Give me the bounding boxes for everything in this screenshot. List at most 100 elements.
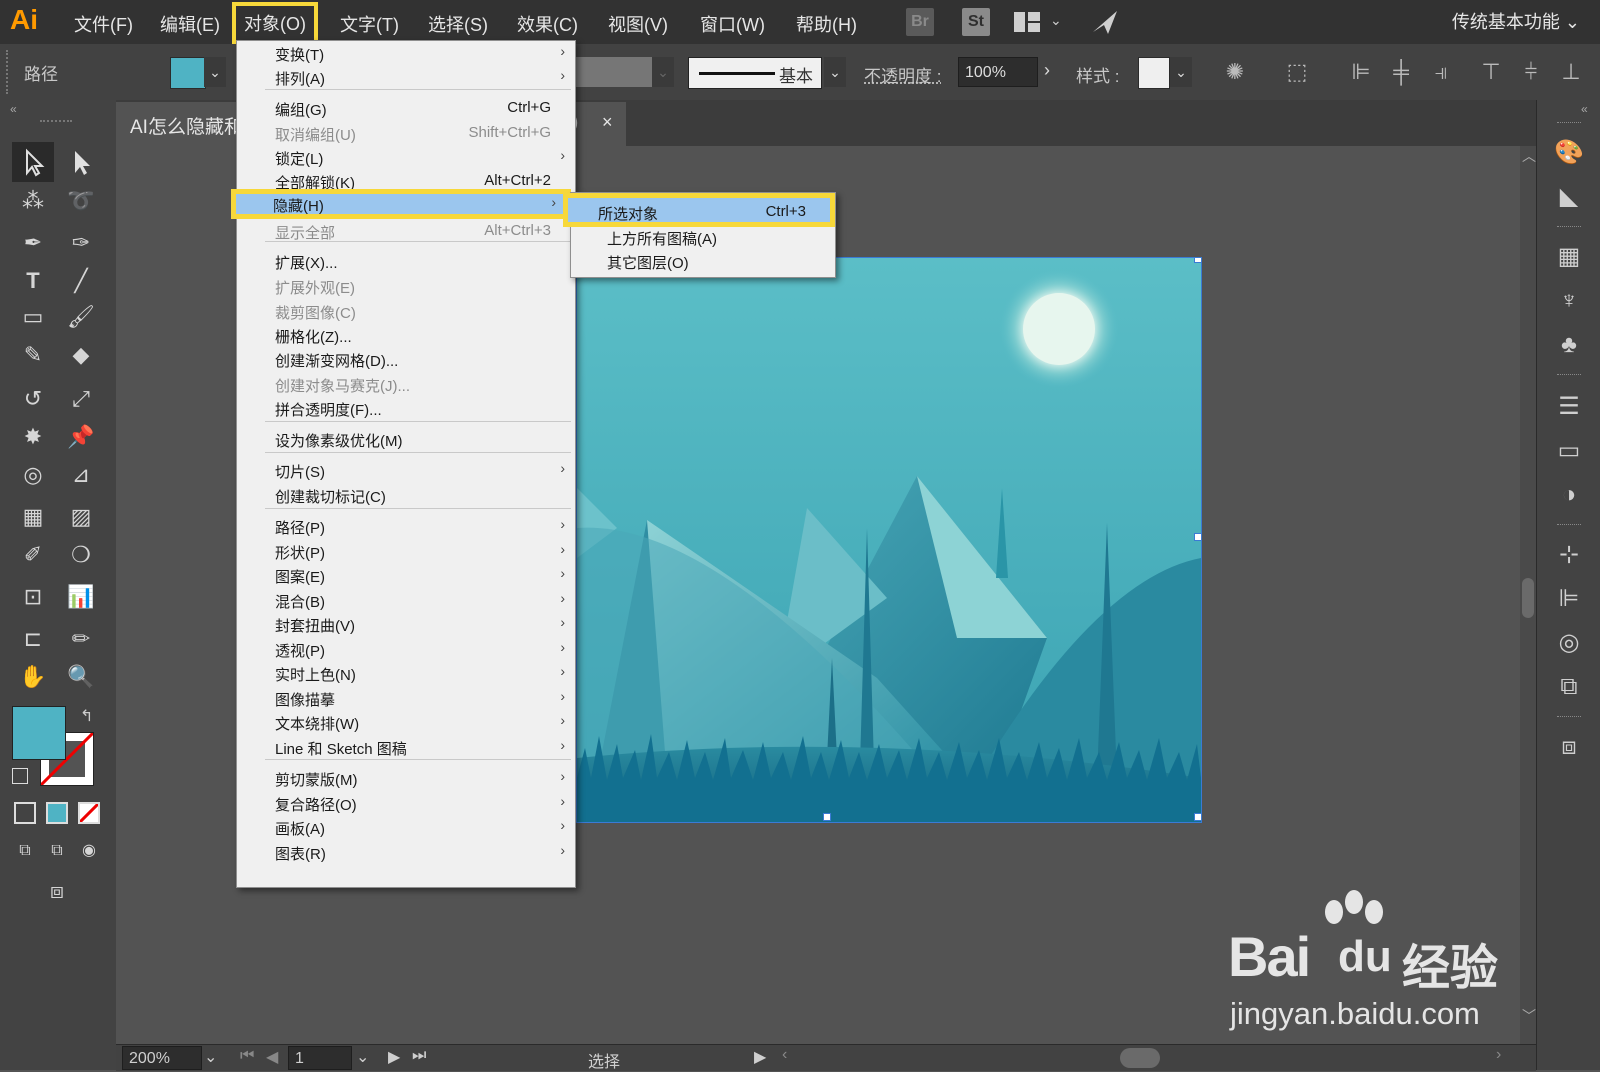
- graphic-style-swatch[interactable]: [1138, 57, 1170, 89]
- menu-item[interactable]: 锁定(L) ›: [237, 145, 575, 170]
- align-right-icon[interactable]: ⫣: [1428, 59, 1454, 85]
- panel-grip[interactable]: [1557, 374, 1581, 378]
- menu-help[interactable]: 帮助(H): [792, 9, 861, 39]
- menu-item[interactable]: 混合(B) ›: [237, 588, 575, 613]
- recolor-artwork-icon[interactable]: ✺: [1222, 59, 1248, 85]
- chevron-down-icon[interactable]: ⌄: [1050, 12, 1062, 29]
- menu-object[interactable]: 对象(O): [232, 2, 318, 44]
- align-bottom-icon[interactable]: ⊥: [1558, 59, 1584, 85]
- panel-grip[interactable]: [6, 50, 14, 94]
- color-mode-icon[interactable]: [14, 802, 36, 824]
- panel-grip[interactable]: [40, 120, 72, 122]
- prev-artboard-icon[interactable]: ◀: [266, 1047, 278, 1067]
- scroll-up-icon[interactable]: ︿: [1522, 146, 1536, 166]
- puppet-warp-tool-icon[interactable]: 📌: [64, 420, 98, 454]
- draw-normal-icon[interactable]: ⧉: [8, 834, 42, 868]
- menu-item[interactable]: 扩展(X)...: [237, 249, 575, 274]
- transform-icon[interactable]: ⬚: [1284, 59, 1310, 85]
- menu-item[interactable]: 复合路径(O) ›: [237, 791, 575, 816]
- align-left-icon[interactable]: ⊫: [1348, 59, 1374, 85]
- lasso-tool-icon[interactable]: ➰: [64, 184, 98, 218]
- stroke-profile-dropdown[interactable]: ⌄: [824, 57, 846, 87]
- type-tool-icon[interactable]: T: [16, 264, 50, 298]
- fill-dropdown[interactable]: ⌄: [204, 57, 226, 87]
- menu-window[interactable]: 窗口(W): [696, 9, 769, 39]
- menu-edit[interactable]: 编辑(E): [156, 9, 224, 39]
- graphic-style-dropdown[interactable]: ⌄: [1170, 57, 1192, 87]
- magic-wand-tool-icon[interactable]: ⁂: [16, 184, 50, 218]
- artboard-dropdown-icon[interactable]: ⌄: [356, 1047, 369, 1067]
- fill-color-swatch[interactable]: [12, 706, 66, 760]
- slice-tool-icon[interactable]: ✏: [64, 622, 98, 656]
- zoom-tool-icon[interactable]: 🔍: [64, 660, 98, 694]
- menu-item[interactable]: 路径(P) ›: [237, 514, 575, 539]
- symbols-icon[interactable]: ♣: [1551, 328, 1587, 362]
- transparency-icon[interactable]: ◑: [1551, 478, 1587, 512]
- align-top-icon[interactable]: ⊤: [1478, 59, 1504, 85]
- selection-handle[interactable]: [1194, 533, 1201, 541]
- zoom-dropdown-icon[interactable]: ⌄: [204, 1047, 217, 1067]
- opacity-label[interactable]: 不透明度 :: [864, 62, 941, 87]
- mesh-tool-icon[interactable]: ▦: [16, 500, 50, 534]
- close-tab-icon[interactable]: ×: [602, 112, 613, 133]
- curvature-tool-icon[interactable]: ✑: [64, 226, 98, 260]
- menu-item[interactable]: 排列(A) ›: [237, 65, 575, 90]
- landscape-illustration[interactable]: [577, 258, 1201, 822]
- stock-button[interactable]: St: [962, 8, 990, 36]
- eyedropper-tool-icon[interactable]: ✐: [16, 538, 50, 572]
- panel-grip[interactable]: [1557, 716, 1581, 720]
- menu-item[interactable]: 创建裁切标记(C): [237, 483, 575, 508]
- swatches-icon[interactable]: ▦: [1551, 240, 1587, 274]
- layers-icon[interactable]: ⧈: [1551, 730, 1587, 764]
- gpu-performance-icon[interactable]: [1090, 8, 1120, 36]
- last-artboard-icon[interactable]: ⏭: [412, 1047, 426, 1065]
- color-palette-icon[interactable]: 🎨: [1551, 136, 1587, 170]
- symbol-sprayer-tool-icon[interactable]: ⊡: [16, 580, 50, 614]
- menu-item[interactable]: 实时上色(N) ›: [237, 661, 575, 686]
- column-graph-tool-icon[interactable]: 📊: [64, 580, 98, 614]
- next-artboard-icon[interactable]: ▶: [388, 1047, 400, 1067]
- stroke-weight-field[interactable]: [574, 57, 652, 87]
- artboard-tool-icon[interactable]: ⊏: [16, 622, 50, 656]
- selection-handle[interactable]: [1194, 813, 1201, 821]
- scale-tool-icon[interactable]: ⤢: [64, 382, 98, 416]
- menu-item[interactable]: 图案(E) ›: [237, 563, 575, 588]
- menu-item[interactable]: 封套扭曲(V) ›: [237, 612, 575, 637]
- menu-item[interactable]: 形状(P) ›: [237, 539, 575, 564]
- menu-effect[interactable]: 效果(C): [513, 9, 582, 39]
- opacity-field[interactable]: 100%: [958, 57, 1038, 87]
- panel-grip[interactable]: [1557, 226, 1581, 230]
- workspace-switcher[interactable]: 传统基本功能 ⌄: [1452, 8, 1580, 34]
- eraser-tool-icon[interactable]: ◆: [64, 338, 98, 372]
- line-tool-icon[interactable]: ╱: [64, 264, 98, 298]
- screen-mode-icon[interactable]: ⧈: [40, 874, 74, 908]
- align-hcenter-icon[interactable]: ╪: [1388, 59, 1414, 85]
- horizontal-scroll-thumb[interactable]: [1120, 1048, 1160, 1068]
- shape-builder-tool-icon[interactable]: ◎: [16, 458, 50, 492]
- selection-handle[interactable]: [823, 813, 831, 821]
- gradient-panel-icon[interactable]: ▭: [1551, 434, 1587, 468]
- scroll-right-icon[interactable]: ›: [1496, 1046, 1501, 1064]
- menu-item[interactable]: 文本绕排(W) ›: [237, 710, 575, 735]
- color-guide-icon[interactable]: ◣: [1551, 180, 1587, 214]
- align-vcenter-icon[interactable]: ⫩: [1518, 59, 1544, 85]
- align-panel-icon[interactable]: ⊫: [1551, 582, 1587, 616]
- paintbrush-tool-icon[interactable]: 🖌: [64, 300, 98, 334]
- hand-tool-icon[interactable]: ✋: [16, 660, 50, 694]
- menu-item[interactable]: 画板(A) ›: [237, 815, 575, 840]
- artboard[interactable]: [576, 257, 1202, 823]
- chevron-right-icon[interactable]: ›: [1044, 60, 1050, 81]
- panel-grip[interactable]: [1557, 122, 1581, 126]
- stroke-profile-box[interactable]: 基本: [688, 57, 822, 89]
- first-artboard-icon[interactable]: ⏮: [240, 1047, 254, 1065]
- menu-item[interactable]: 切片(S) ›: [237, 458, 575, 483]
- status-menu-icon[interactable]: ▶: [754, 1047, 766, 1067]
- perspective-grid-tool-icon[interactable]: ⊿: [64, 458, 98, 492]
- warp-tool-icon[interactable]: ✸: [16, 420, 50, 454]
- menu-file[interactable]: 文件(F): [70, 9, 137, 39]
- none-mode-icon[interactable]: [78, 802, 100, 824]
- menu-item[interactable]: 设为像素级优化(M): [237, 427, 575, 452]
- rotate-tool-icon[interactable]: ↺: [16, 382, 50, 416]
- pen-tool-icon[interactable]: ✒: [16, 226, 50, 260]
- swap-colors-icon[interactable]: ↰: [80, 706, 93, 726]
